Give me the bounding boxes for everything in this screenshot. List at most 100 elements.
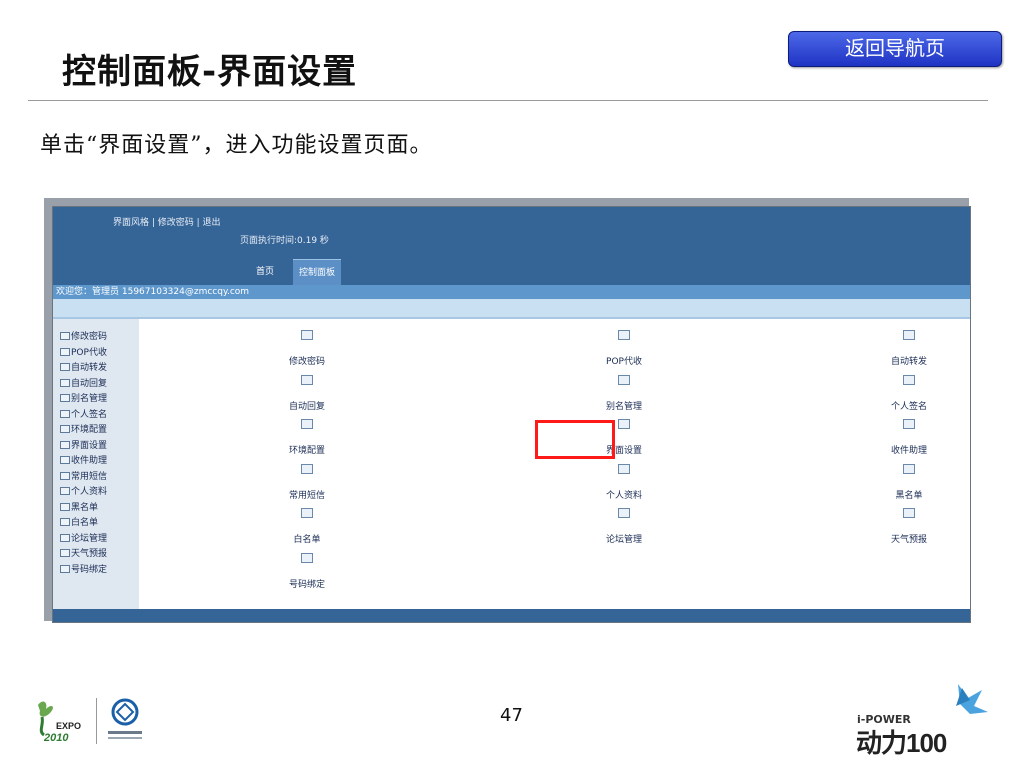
- sidebar-item[interactable]: 收件助理: [60, 453, 107, 466]
- settings-item-icon: [618, 374, 630, 385]
- settings-item[interactable]: 常用短信: [242, 463, 372, 501]
- sidebar-item-icon: [60, 456, 70, 464]
- settings-grid: 修改密码 POP代收 自动转发 自动回复 别名管理 个人签名 环境配置 界面设置 收件助理 常用短…: [139, 319, 970, 609]
- settings-item[interactable]: 别名管理: [559, 374, 689, 412]
- settings-item-icon: [903, 330, 915, 340]
- sidebar: 修改密码 POP代收自动转发自动回复别名管理个人签名环境配置界面设置收件助理常用短…: [53, 319, 139, 609]
- settings-item-icon: [903, 463, 915, 474]
- settings-item[interactable]: 自动回复: [242, 374, 372, 412]
- settings-item-label: 自动转发: [890, 357, 927, 367]
- settings-item[interactable]: 修改密码: [242, 330, 372, 367]
- settings-item[interactable]: POP代收: [559, 330, 689, 367]
- sidebar-item[interactable]: 自动转发: [60, 360, 107, 373]
- sidebar-item-icon: [60, 549, 70, 557]
- settings-item-label: 号码绑定: [288, 579, 325, 590]
- settings-item-icon: [903, 419, 915, 429]
- tab-control-panel[interactable]: 控制面板: [293, 259, 341, 286]
- sidebar-item-label: 白名单: [71, 518, 99, 528]
- sidebar-item-icon: [60, 533, 70, 542]
- sidebar-item[interactable]: 自动回复: [60, 376, 107, 389]
- settings-item-icon: [301, 330, 313, 340]
- sidebar-item-label: POP代收: [71, 347, 107, 358]
- sidebar-item[interactable]: 常用短信: [60, 469, 107, 482]
- settings-item-label: 个人签名: [890, 401, 927, 412]
- tab-home[interactable]: 首页: [241, 259, 289, 285]
- sidebar-item-icon: [60, 502, 70, 511]
- sidebar-item[interactable]: 个人资料: [60, 484, 107, 497]
- settings-item-label: 天气预报: [890, 535, 927, 545]
- settings-item[interactable]: 收件助理: [844, 419, 970, 456]
- expo-logo: EXPO 2010: [38, 701, 81, 744]
- settings-item[interactable]: 论坛管理: [559, 508, 689, 545]
- welcome-bar: 欢迎您：管理员 15967103324@zmccqy.com: [53, 285, 970, 299]
- settings-item[interactable]: 环境配置: [242, 419, 372, 456]
- sidebar-item-label: 论坛管理: [71, 533, 108, 544]
- title-divider: [28, 100, 988, 101]
- page-number: 47: [500, 705, 523, 726]
- settings-item[interactable]: 个人资料: [559, 463, 689, 501]
- settings-item-icon: [618, 463, 630, 474]
- sidebar-item-icon: [60, 409, 70, 418]
- settings-item[interactable]: 白名单: [242, 508, 372, 545]
- settings-item[interactable]: 个人签名: [844, 374, 970, 412]
- sidebar-item[interactable]: 环境配置: [60, 422, 107, 435]
- header-links[interactable]: 界面风格 | 修改密码 | 退出: [113, 215, 221, 228]
- settings-item[interactable]: 天气预报: [844, 508, 970, 545]
- sidebar-item[interactable]: 天气预报: [60, 546, 107, 559]
- settings-item[interactable]: 号码绑定: [242, 552, 372, 590]
- settings-item-label: 别名管理: [605, 401, 642, 412]
- settings-item-label: 常用短信: [288, 490, 325, 501]
- ipower-main-text: 动力100: [856, 728, 947, 758]
- sidebar-item-label: 收件助理: [71, 456, 108, 466]
- settings-item-icon: [903, 508, 915, 518]
- slide-title: 控制面板-界面设置: [62, 52, 358, 92]
- settings-item[interactable]: 黑名单: [844, 463, 970, 501]
- settings-item-icon: [618, 330, 630, 340]
- sidebar-item-label: 环境配置: [71, 425, 108, 435]
- sidebar-item-label: 黑名单: [71, 502, 99, 513]
- sidebar-item-icon: [60, 487, 70, 495]
- settings-item-icon: [301, 508, 313, 518]
- sidebar-item[interactable]: POP代收: [60, 345, 107, 358]
- sidebar-item-label: 个人资料: [71, 487, 108, 497]
- sub-header-band: [53, 299, 970, 319]
- settings-item-icon: [301, 419, 313, 429]
- expo-text: EXPO: [56, 721, 81, 731]
- sidebar-item-icon: [60, 363, 70, 371]
- sidebar-item-label: 别名管理: [71, 394, 108, 404]
- intro-text: 单击“界面设置”，进入功能设置页面。: [40, 133, 433, 158]
- settings-item-label: 修改密码: [288, 357, 325, 367]
- sidebar-item-label: 界面设置: [71, 440, 108, 451]
- sidebar-item[interactable]: 别名管理: [60, 391, 107, 404]
- settings-item-label: 白名单: [293, 535, 321, 545]
- sidebar-item-icon: [60, 518, 70, 526]
- logo-divider: [96, 698, 97, 744]
- sidebar-item[interactable]: 修改密码: [60, 329, 107, 342]
- embedded-screenshot: 界面风格 | 修改密码 | 退出 页面执行时间:0.19 秒 首页 控制面板 欢…: [52, 206, 971, 623]
- settings-item-icon: [301, 374, 313, 385]
- sidebar-item[interactable]: 白名单: [60, 515, 98, 528]
- sidebar-item[interactable]: 号码绑定: [60, 562, 107, 575]
- sidebar-item[interactable]: 论坛管理: [60, 531, 107, 544]
- sidebar-item-label: 自动转发: [71, 363, 108, 373]
- settings-item-label: 个人资料: [605, 490, 642, 501]
- app-header: 界面风格 | 修改密码 | 退出 页面执行时间:0.19 秒 首页 控制面板: [53, 207, 970, 286]
- settings-item-label: 收件助理: [890, 446, 927, 456]
- sidebar-item-icon: [60, 378, 70, 387]
- expo-year: 2010: [43, 732, 69, 744]
- settings-item[interactable]: 自动转发: [844, 330, 970, 367]
- settings-item-icon: [301, 463, 313, 474]
- exec-time: 页面执行时间:0.19 秒: [240, 236, 329, 246]
- sidebar-item[interactable]: 界面设置: [60, 438, 107, 451]
- highlight-box: [535, 420, 615, 459]
- sidebar-item-icon: [60, 471, 70, 480]
- sidebar-item[interactable]: 个人签名: [60, 407, 107, 420]
- sidebar-item-icon: [60, 332, 70, 340]
- back-to-nav-button[interactable]: 返回导航页: [788, 31, 1002, 67]
- settings-item-icon: [618, 419, 630, 429]
- sidebar-item-label: 自动回复: [71, 378, 108, 389]
- settings-item-label: 环境配置: [288, 446, 325, 456]
- settings-item-label: 论坛管理: [605, 535, 642, 545]
- sidebar-item[interactable]: 黑名单: [60, 500, 98, 513]
- china-mobile-logo: [108, 698, 142, 739]
